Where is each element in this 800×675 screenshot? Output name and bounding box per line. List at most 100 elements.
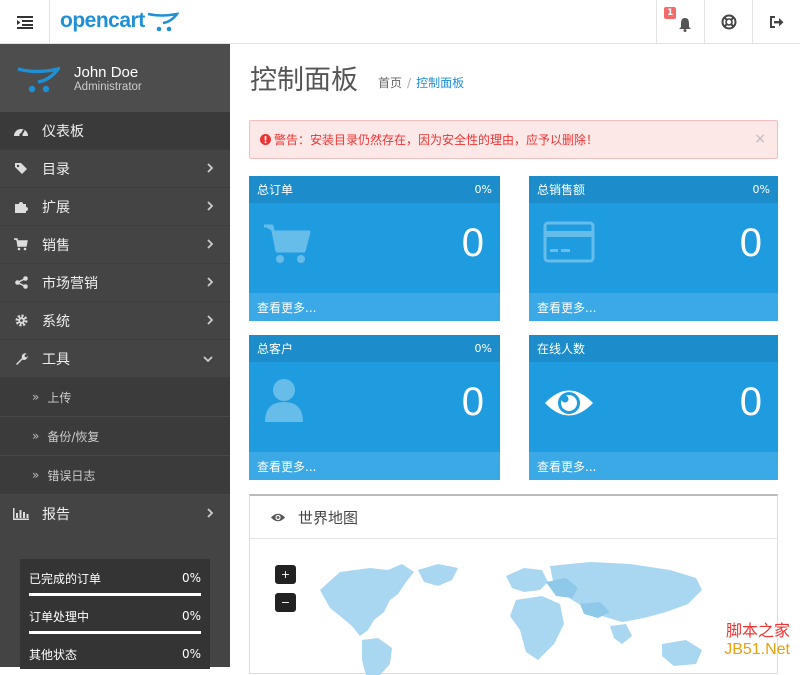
sidebar-item-label: 报告: [42, 507, 70, 523]
progress-label: 其他状态: [29, 647, 78, 662]
sidebar-item-label: 市场营销: [42, 275, 98, 292]
progress-value: 0%: [181, 609, 201, 623]
progress-label: 已完成的订单: [29, 571, 102, 586]
world-map[interactable]: [310, 560, 730, 675]
map-zoom-out-button[interactable]: −: [275, 593, 296, 612]
tile-value: 0: [461, 380, 484, 424]
sidebar-subitem-backup[interactable]: » 备份/恢复: [0, 417, 230, 456]
tile-view-more-link[interactable]: 查看更多...: [529, 452, 778, 480]
tile-view-more-link[interactable]: 查看更多...: [249, 452, 500, 480]
main-content: 控制面板 首页 / 控制面板 警告：安装目录仍然存在，因为安全性的理由，应予以删除！…: [230, 44, 800, 675]
tile-body: 0: [249, 203, 500, 293]
tile-header: 在线人数: [529, 335, 778, 362]
double-chevron-icon: »: [32, 429, 40, 443]
page-title: 控制面板: [250, 65, 358, 96]
chevron-right-icon: [207, 508, 214, 518]
watermark-line-2: JB51.Net: [724, 641, 790, 658]
sidebar-subitem-label: 备份/恢复: [47, 429, 100, 444]
alert-text: 警告：安装目录仍然存在，因为安全性的理由，应予以删除！: [274, 133, 599, 147]
logo-text: opencart: [60, 9, 145, 32]
warning-alert: 警告：安装目录仍然存在，因为安全性的理由，应予以删除！ ×: [249, 120, 778, 159]
notifications-button[interactable]: 1: [656, 0, 704, 44]
cart-icon: [0, 238, 42, 251]
eye-icon: [271, 513, 285, 521]
sidebar-subitem-upload[interactable]: » 上传: [0, 378, 230, 417]
tile-percent: 0%: [752, 183, 770, 196]
progress-bar: [29, 669, 201, 672]
map-zoom-in-button[interactable]: +: [275, 565, 296, 584]
chevron-right-icon: [207, 163, 214, 173]
user-icon: [265, 379, 303, 422]
exclamation-circle-icon: [260, 134, 271, 145]
alert-close-button[interactable]: ×: [754, 131, 766, 147]
sidebar-item-label: 扩展: [42, 199, 70, 216]
chevron-right-icon: [207, 239, 214, 249]
eye-icon: [545, 390, 593, 416]
breadcrumb-current[interactable]: 控制面板: [416, 76, 464, 90]
sidebar-item-label: 仪表板: [42, 123, 84, 140]
sidebar-subitem-label: 上传: [47, 390, 72, 405]
sidebar-item-extensions[interactable]: 扩展: [0, 188, 230, 226]
tile-header: 总客户 0%: [249, 335, 500, 362]
tile-total-sales: 总销售额 0% 0 查看更多...: [529, 176, 778, 321]
map-title: 世界地图: [298, 508, 359, 527]
tile-header: 总销售额 0%: [529, 176, 778, 203]
gear-icon: [0, 314, 42, 327]
breadcrumb: 首页 / 控制面板: [378, 76, 465, 90]
sidebar-item-tools[interactable]: 工具: [0, 340, 230, 378]
progress-bar: [29, 593, 201, 596]
opencart-cart-avatar-icon: [17, 66, 60, 93]
tile-title: 总销售额: [537, 183, 586, 197]
chevron-right-icon: [207, 315, 214, 325]
notification-badge: 1: [664, 7, 677, 19]
breadcrumb-home[interactable]: 首页: [378, 76, 402, 90]
tile-percent: 0%: [474, 342, 492, 355]
tile-value: 0: [739, 221, 762, 265]
double-chevron-icon: »: [32, 468, 40, 482]
help-button[interactable]: [704, 0, 752, 44]
logout-button[interactable]: [752, 0, 800, 44]
chevron-right-icon: [207, 201, 214, 211]
tile-title: 在线人数: [537, 342, 586, 356]
top-header: opencart 1: [0, 0, 800, 44]
double-chevron-icon: »: [32, 390, 40, 404]
menu-toggle-button[interactable]: [0, 0, 50, 44]
sidebar-item-catalog[interactable]: 目录: [0, 150, 230, 188]
menu-indent-icon: [16, 15, 33, 29]
tile-body: 0: [249, 362, 500, 452]
tile-people-online: 在线人数 0 查看更多...: [529, 335, 778, 480]
sidebar-subitem-error-log[interactable]: » 错误日志: [0, 456, 230, 495]
share-icon: [0, 276, 42, 289]
tile-body: 0: [529, 203, 778, 293]
wrench-icon: [0, 352, 42, 366]
user-profile[interactable]: John Doe Administrator: [0, 44, 230, 112]
sidebar-item-dashboard[interactable]: 仪表板: [0, 112, 230, 150]
world-map-panel: 世界地图 + −: [249, 494, 778, 675]
tile-view-more-link[interactable]: 查看更多...: [529, 293, 778, 321]
dashboard-icon: [0, 125, 42, 137]
sign-out-icon: [769, 16, 783, 28]
user-role: Administrator: [74, 80, 142, 93]
sidebar-item-sales[interactable]: 销售: [0, 226, 230, 264]
sidebar-item-system[interactable]: 系统: [0, 302, 230, 340]
progress-value: 0%: [181, 647, 201, 661]
sidebar-item-marketing[interactable]: 市场营销: [0, 264, 230, 302]
sidebar-item-reports[interactable]: 报告: [0, 495, 230, 533]
tile-view-more-link[interactable]: 查看更多...: [249, 293, 500, 321]
opencart-logo[interactable]: opencart: [60, 8, 179, 34]
progress-row: 其他状态 0%: [29, 645, 201, 663]
user-name: John Doe: [74, 63, 139, 81]
tags-icon: [0, 162, 42, 175]
sidebar-item-label: 工具: [42, 351, 70, 368]
tile-total-orders: 总订单 0% 0 查看更多...: [249, 176, 500, 321]
progress-value: 0%: [181, 571, 201, 585]
progress-label: 订单处理中: [29, 609, 90, 624]
sidebar-subitem-label: 错误日志: [47, 468, 96, 483]
tile-value: 0: [461, 221, 484, 265]
chevron-down-icon: [203, 356, 213, 363]
progress-row: 订单处理中 0%: [29, 607, 201, 625]
sidebar-item-label: 销售: [42, 237, 70, 254]
tile-total-customers: 总客户 0% 0 查看更多...: [249, 335, 500, 480]
tile-value: 0: [739, 380, 762, 424]
watermark-line-1: 脚本之家: [725, 621, 790, 640]
